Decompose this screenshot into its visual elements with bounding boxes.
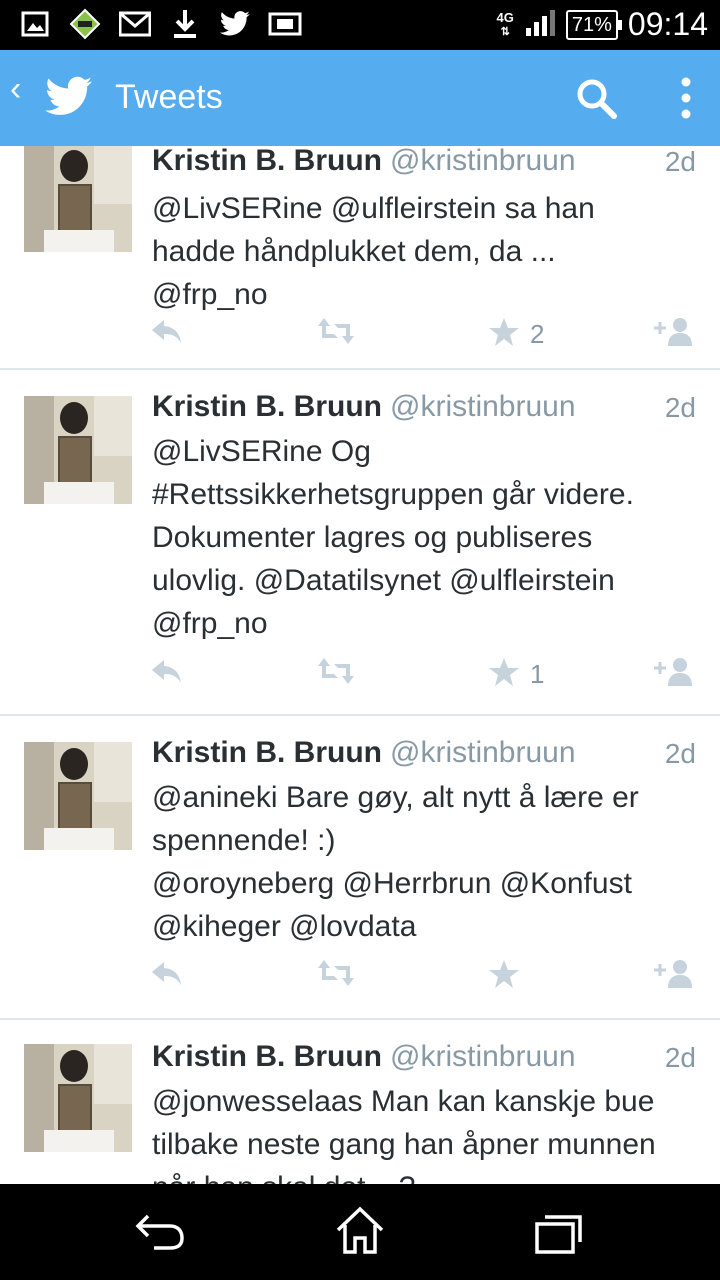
avatar[interactable] xyxy=(24,742,132,850)
tweet-time: 2d xyxy=(664,1042,696,1073)
tweet-time: 2d xyxy=(664,392,696,423)
twitter-icon xyxy=(218,8,252,40)
tweet-author[interactable]: Kristin B. Bruun @kristinbruun xyxy=(152,736,576,770)
tweet-actions: 2 xyxy=(150,316,700,356)
info-icon xyxy=(268,8,302,40)
network-indicator: 4G ⇅ xyxy=(496,9,514,38)
tweet-item[interactable]: Kristin B. Bruun @kristinbruun 2d @aninek… xyxy=(0,716,720,1020)
author-name: Kristin B. Bruun xyxy=(152,736,382,769)
signal-icon xyxy=(524,8,556,41)
system-navigation-bar xyxy=(0,1184,720,1280)
avatar[interactable] xyxy=(24,396,132,504)
tweet-time: 2d xyxy=(664,146,696,177)
tweet-actions: 1 xyxy=(150,656,700,696)
tweet-author[interactable]: Kristin B. Bruun @kristinbruun xyxy=(152,1040,576,1074)
back-nav-icon[interactable] xyxy=(134,1208,186,1257)
home-nav-icon[interactable] xyxy=(334,1206,386,1261)
favorite-button[interactable]: 2 xyxy=(488,316,544,353)
tweet-time: 2d xyxy=(664,738,696,769)
author-handle: @kristinbruun xyxy=(390,390,576,423)
author-name: Kristin B. Bruun xyxy=(152,1040,382,1073)
reply-icon[interactable] xyxy=(150,316,184,346)
back-icon[interactable]: ‹ xyxy=(10,70,21,109)
page-title: Tweets xyxy=(115,78,223,116)
battery-indicator: 71% xyxy=(565,9,622,40)
tweet-item[interactable]: Kristin B. Bruun @kristinbruun 2d @LivSER… xyxy=(0,146,720,370)
star-icon xyxy=(488,656,520,693)
tweet-item[interactable]: Kristin B. Bruun @kristinbruun 2d @jonwes… xyxy=(0,1020,720,1184)
author-handle: @kristinbruun xyxy=(390,736,576,769)
status-bar: 4G ⇅ 71% 09:14 xyxy=(0,0,720,50)
gmail-icon xyxy=(118,8,152,40)
retweet-icon[interactable] xyxy=(316,316,356,346)
reply-icon[interactable] xyxy=(150,958,184,988)
favorite-button[interactable]: 1 xyxy=(488,656,544,693)
app-bar: ‹ Tweets xyxy=(0,50,720,146)
follow-icon[interactable] xyxy=(652,316,696,348)
author-handle: @kristinbruun xyxy=(390,146,576,177)
download-icon xyxy=(168,8,202,40)
retweet-icon[interactable] xyxy=(316,656,356,686)
star-icon xyxy=(488,316,520,353)
overflow-menu-icon[interactable] xyxy=(676,76,696,125)
search-icon[interactable] xyxy=(574,76,618,125)
tweet-timeline[interactable]: Kristin B. Bruun @kristinbruun 2d @LivSER… xyxy=(0,146,720,1184)
gallery-icon xyxy=(18,8,52,40)
tweet-actions xyxy=(150,958,700,998)
favorite-button[interactable] xyxy=(488,958,530,995)
twitter-bird-icon[interactable] xyxy=(44,76,94,123)
avatar[interactable] xyxy=(24,146,132,252)
retweet-icon[interactable] xyxy=(316,958,356,988)
tweet-text: @jonwesselaas Man kan kanskje bue tilbak… xyxy=(152,1085,656,1184)
clock: 09:14 xyxy=(627,6,708,42)
tweet-item[interactable]: Kristin B. Bruun @kristinbruun 2d @LivSER… xyxy=(0,370,720,716)
follow-icon[interactable] xyxy=(652,656,696,688)
tweet-text: @LivSERine Og #Rettssikkerhetsgruppen gå… xyxy=(152,435,634,640)
recent-apps-nav-icon[interactable] xyxy=(534,1212,584,1261)
star-icon xyxy=(488,958,520,995)
follow-icon[interactable] xyxy=(652,958,696,990)
app-icon xyxy=(68,8,102,40)
favorite-count: 2 xyxy=(530,319,545,349)
avatar[interactable] xyxy=(24,1044,132,1152)
author-handle: @kristinbruun xyxy=(390,1040,576,1073)
author-name: Kristin B. Bruun xyxy=(152,146,382,177)
tweet-text: @anineki Bare gøy, alt nytt å lære er sp… xyxy=(152,781,639,943)
tweet-author[interactable]: Kristin B. Bruun @kristinbruun xyxy=(152,146,576,178)
tweet-text: @LivSERine @ulfleirstein sa han hadde hå… xyxy=(152,192,595,311)
author-name: Kristin B. Bruun xyxy=(152,390,382,423)
favorite-count: 1 xyxy=(530,659,545,689)
reply-icon[interactable] xyxy=(150,656,184,686)
tweet-author[interactable]: Kristin B. Bruun @kristinbruun xyxy=(152,390,576,424)
